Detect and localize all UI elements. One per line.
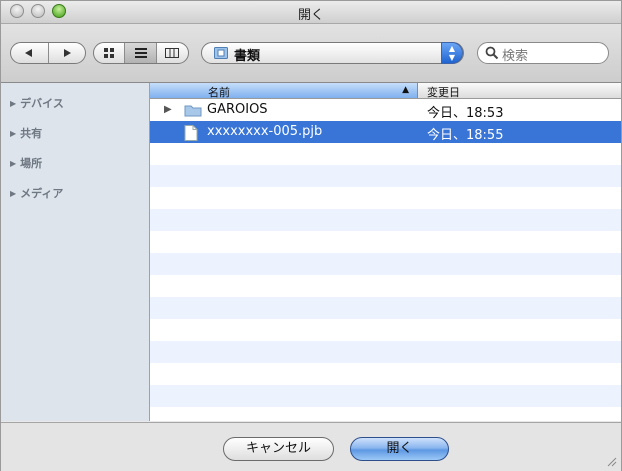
location-popup[interactable]: 書類 ▲ ▼ (201, 42, 464, 64)
row-stripe (150, 253, 621, 275)
row-stripe (150, 341, 621, 363)
resize-grip-icon[interactable] (607, 457, 617, 467)
sidebar-section-label: メディア (20, 187, 64, 200)
disclosure-triangle-icon: ▶ (10, 189, 17, 198)
sidebar-section-places[interactable]: ▶ 場所 (10, 155, 42, 171)
back-arrow-icon (25, 49, 33, 57)
document-icon (184, 125, 198, 141)
toolbar: 書類 ▲ ▼ 検索 (1, 24, 621, 83)
folder-icon (184, 105, 202, 117)
search-icon (485, 46, 499, 60)
icon-view-icon (104, 48, 115, 58)
sidebar: ▶ デバイス ▶ 共有 ▶ 場所 ▶ メディア (1, 83, 150, 421)
file-date: 今日、18:55 (427, 128, 504, 143)
search-field[interactable]: 検索 (477, 42, 609, 64)
back-forward-control (10, 42, 86, 64)
button-bar: キャンセル 開く (1, 422, 621, 471)
sidebar-section-shared[interactable]: ▶ 共有 (10, 125, 42, 141)
date-column-header[interactable]: 変更日 (427, 84, 460, 100)
list-view-button[interactable] (125, 43, 157, 63)
column-view-button[interactable] (157, 43, 188, 63)
row-stripe (150, 385, 621, 407)
row-stripe (150, 165, 621, 187)
disclosure-triangle-icon: ▶ (10, 99, 17, 108)
sidebar-section-label: 場所 (20, 157, 43, 170)
file-name: GAROIOS (207, 102, 268, 117)
file-row-document[interactable]: xxxxxxxx-005.pjb 今日、18:55 (150, 121, 621, 143)
row-stripe (150, 297, 621, 319)
cancel-button[interactable]: キャンセル (223, 437, 334, 461)
disclosure-triangle-icon: ▶ (10, 129, 17, 138)
documents-folder-icon (214, 47, 228, 59)
icon-view-button[interactable] (94, 43, 126, 63)
sidebar-section-label: デバイス (20, 97, 64, 110)
window-title: 開く (297, 8, 324, 23)
forward-button[interactable] (49, 43, 86, 63)
file-date: 今日、18:53 (427, 106, 504, 121)
popup-arrows-icon: ▲ ▼ (441, 42, 463, 64)
disclosure-triangle-icon[interactable]: ▶ (164, 104, 172, 115)
file-name: xxxxxxxx-005.pjb (207, 124, 323, 139)
back-button[interactable] (11, 43, 49, 63)
open-dialog-window: 開く 書類 ▲ ▼ 検索 ▶ デバイス ▶ 共有 ▶ 場所 ▶ メディア 名前 … (0, 0, 622, 471)
disclosure-triangle-icon: ▶ (10, 159, 17, 168)
sidebar-section-media[interactable]: ▶ メディア (10, 185, 63, 201)
column-header-bar: 名前 ▲ 変更日 (150, 83, 621, 99)
forward-arrow-icon (63, 49, 71, 57)
file-list[interactable]: 名前 ▲ 変更日 ▶ GAROIOS 今日、18:53 xxxxxxxx-005… (150, 83, 621, 421)
file-row-folder[interactable]: ▶ GAROIOS 今日、18:53 (150, 99, 621, 121)
sidebar-section-devices[interactable]: ▶ デバイス (10, 95, 64, 111)
view-mode-control (93, 42, 189, 64)
search-placeholder: 検索 (502, 49, 529, 64)
title-bar[interactable]: 開く (1, 1, 621, 24)
open-button[interactable]: 開く (350, 437, 449, 461)
list-view-icon (134, 48, 147, 58)
row-stripe (150, 209, 621, 231)
name-column-label: 名前 (208, 86, 230, 99)
sort-ascending-icon: ▲ (402, 85, 409, 95)
sidebar-section-label: 共有 (20, 127, 43, 140)
name-column-header[interactable]: 名前 ▲ (150, 83, 418, 99)
location-label: 書類 (234, 49, 261, 64)
column-view-icon (165, 48, 180, 58)
